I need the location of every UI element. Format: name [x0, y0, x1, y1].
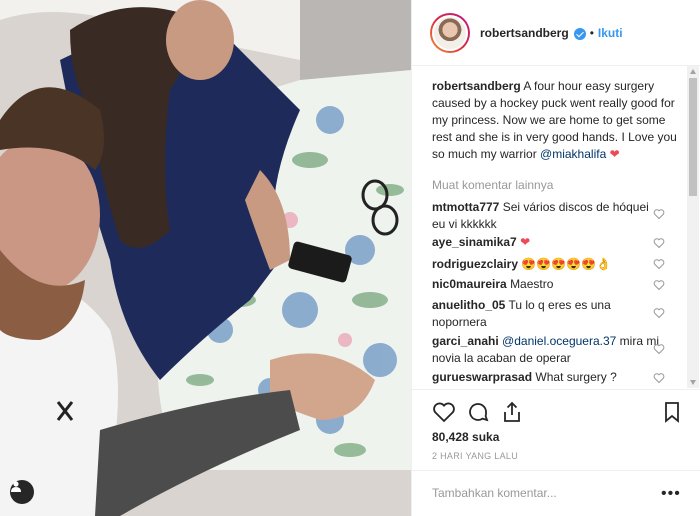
follow-button[interactable]: Ikuti: [598, 26, 623, 40]
verified-badge-icon: [573, 27, 586, 40]
scroll-up-icon[interactable]: [690, 69, 696, 74]
post-timestamp[interactable]: 2 HARI YANG LALU: [432, 451, 518, 461]
like-comment-icon[interactable]: [653, 372, 665, 384]
add-comment-bar: •••: [412, 470, 700, 516]
add-comment-input[interactable]: [432, 484, 642, 502]
heart-icon[interactable]: [432, 400, 456, 424]
comment-item: garci_anahi @daniel.oceguera.37 mira mi …: [432, 333, 662, 367]
like-comment-icon[interactable]: [653, 279, 665, 291]
load-more-comments-button[interactable]: Muat komentar lainnya: [432, 178, 553, 192]
comment-text: ❤: [520, 235, 531, 249]
post-caption: robertsandberg A four hour easy surgery …: [432, 78, 684, 163]
comment-username[interactable]: mtmotta777: [432, 200, 499, 214]
avatar[interactable]: [430, 12, 470, 53]
comment-item: aye_sinamika7 ❤: [432, 234, 662, 251]
comment-text: What surgery ?: [535, 370, 617, 384]
comment-text: 😍😍😍😍😍👌: [521, 257, 612, 271]
post-sidebar: robertsandberg • Ikuti robertsandberg A …: [411, 0, 700, 516]
comment-item: anuelitho_05 Tu lo q eres es una noporne…: [432, 297, 662, 331]
bookmark-icon[interactable]: [660, 400, 684, 424]
caption-username[interactable]: robertsandberg: [432, 79, 521, 93]
photo-illustration: [0, 0, 411, 516]
comment-username[interactable]: anuelitho_05: [432, 298, 505, 312]
comment-item: gurueswarprasad What surgery ?: [432, 369, 662, 386]
comment-item: mtmotta777 Sei vários discos de hóquei e…: [432, 199, 662, 233]
share-icon[interactable]: [500, 400, 524, 424]
heart-emoji: ❤: [609, 147, 620, 161]
scroll-down-icon[interactable]: [690, 380, 696, 385]
like-comment-icon[interactable]: [653, 237, 665, 249]
post-actions: [412, 389, 700, 433]
more-options-icon[interactable]: •••: [661, 485, 681, 503]
like-comment-icon[interactable]: [653, 208, 665, 220]
avatar-image: [432, 14, 468, 51]
post-header: robertsandberg • Ikuti: [412, 0, 700, 66]
comment-username[interactable]: gurueswarprasad: [432, 370, 532, 384]
tagged-user-icon[interactable]: [10, 480, 34, 504]
comment-username[interactable]: garci_anahi: [432, 334, 499, 348]
like-comment-icon[interactable]: [653, 307, 665, 319]
post-photo[interactable]: [0, 0, 411, 516]
likes-count[interactable]: 80,428 suka: [432, 430, 499, 444]
like-comment-icon[interactable]: [653, 343, 665, 355]
comment-icon[interactable]: [466, 400, 490, 424]
comment-username[interactable]: rodriguezclairy: [432, 257, 518, 271]
comment-username[interactable]: nic0maureira: [432, 277, 507, 291]
comments-scrollbar[interactable]: [687, 66, 699, 388]
comment-text: Maestro: [510, 277, 554, 291]
like-comment-icon[interactable]: [653, 258, 665, 270]
comment-item: nic0maureira Maestro: [432, 276, 662, 293]
comment-mention[interactable]: @daniel.oceguera.37: [502, 334, 616, 348]
caption-mention[interactable]: @miakhalifa: [540, 147, 606, 161]
person-icon: [11, 481, 21, 492]
comment-item: rodriguezclairy 😍😍😍😍😍👌: [432, 256, 662, 273]
instagram-post-modal: robertsandberg • Ikuti robertsandberg A …: [0, 0, 700, 516]
comments-list[interactable]: robertsandberg A four hour easy surgery …: [412, 66, 700, 388]
comment-username[interactable]: aye_sinamika7: [432, 235, 517, 249]
scrollbar-thumb[interactable]: [689, 78, 697, 196]
post-author-username[interactable]: robertsandberg: [480, 26, 569, 40]
header-separator: •: [589, 25, 594, 40]
